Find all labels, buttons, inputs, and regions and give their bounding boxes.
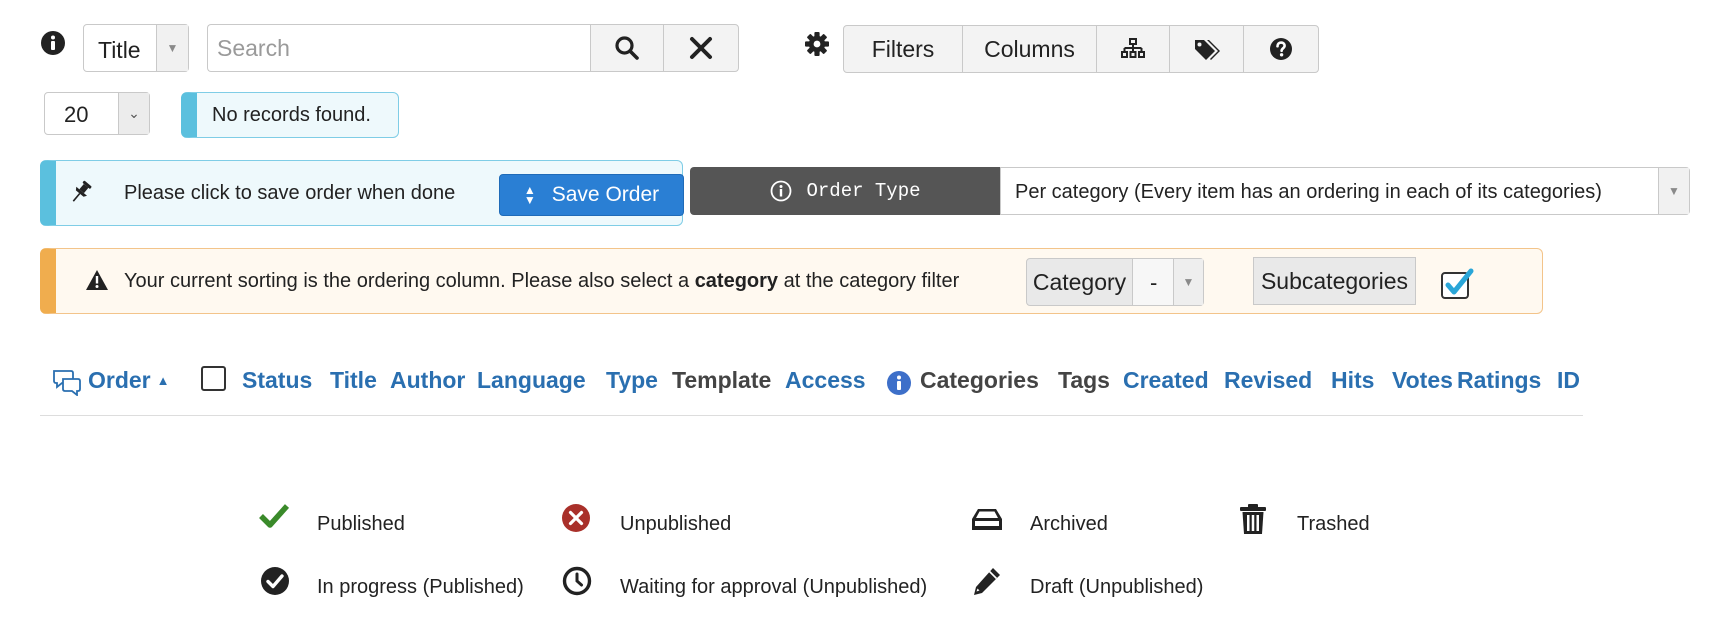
search-button[interactable] [590,24,664,72]
column-type[interactable]: Type [606,367,658,394]
caret-down-icon: ▼ [1173,259,1203,305]
info-icon[interactable] [40,30,66,56]
caret-down-icon: ▼ [1658,168,1689,214]
help-button[interactable] [1243,25,1319,73]
column-revised[interactable]: Revised [1224,367,1312,394]
x-circle-icon [561,503,593,535]
table-header-row: Order ▲ Status Title Author Language Type… [40,358,1583,416]
order-type-label-text: Order Type [806,180,921,202]
warning-icon [85,269,109,291]
category-filter-label: Category [1026,258,1133,306]
gear-icon[interactable] [803,30,831,58]
sort-arrows-icon: ▲ ▼ [523,183,536,207]
legend-archived: Archived [1030,513,1108,535]
info-circle-icon[interactable] [886,370,912,396]
column-status[interactable]: Status [242,367,312,394]
pencil-icon [971,565,1003,597]
list-limit-select[interactable]: 20 ⌄ [44,92,150,135]
check-circle-icon [260,566,292,598]
column-template: Template [672,367,772,393]
archive-icon [971,508,1003,540]
legend-draft: Draft (Unpublished) [1030,576,1204,598]
search-input[interactable] [207,24,591,72]
clock-icon [562,566,594,598]
search-icon [614,35,640,61]
order-type-select[interactable]: Per category (Every item has an ordering… [1000,167,1690,215]
check-icon [258,500,290,532]
save-order-alert: Please click to save order when done ▲ ▼ … [40,160,684,226]
filters-button[interactable]: Filters [843,25,963,73]
legend-unpublished: Unpublished [620,513,732,535]
column-access[interactable]: Access [785,367,866,394]
legend-trashed: Trashed [1297,513,1370,535]
save-order-button[interactable]: ▲ ▼ Save Order [499,174,684,216]
column-author[interactable]: Author [390,367,465,394]
sort-asc-icon: ▲ [156,373,170,388]
save-order-label: Save Order [551,183,660,206]
no-records-message: No records found. [181,92,399,138]
column-categories: Categories [920,367,1039,393]
column-order[interactable]: Order ▲ [88,367,170,394]
question-circle-icon [1269,37,1293,61]
columns-button[interactable]: Columns [962,25,1097,73]
save-order-hint: Please click to save order when done [124,182,456,204]
caret-down-icon: ▼ [156,25,188,71]
subcategories-checkbox[interactable] [1440,268,1474,299]
column-title[interactable]: Title [330,367,377,394]
search-field-value: Title [98,37,141,63]
list-limit-value: 20 [64,102,89,127]
category-filter-value: - [1150,270,1158,295]
info-circle-icon [770,180,792,202]
column-created[interactable]: Created [1123,367,1209,394]
thumbtack-icon [69,180,93,206]
sorting-warning-text: Your current sorting is the ordering col… [124,270,960,292]
legend-waiting: Waiting for approval (Unpublished) [620,576,928,598]
trash-icon [1238,503,1270,535]
comments-icon [52,368,82,396]
category-filter-select[interactable]: - ▼ [1132,258,1204,306]
sitemap-icon [1121,38,1145,60]
order-type-value: Per category (Every item has an ordering… [1015,181,1602,203]
column-hits[interactable]: Hits [1331,367,1374,394]
column-language[interactable]: Language [477,367,586,394]
category-tree-button[interactable] [1096,25,1170,73]
clear-search-button[interactable] [663,24,739,72]
legend-in-progress: In progress (Published) [317,576,524,598]
tags-button[interactable] [1169,25,1244,73]
search-field-select[interactable]: Title ▼ [83,24,189,72]
column-ratings[interactable]: Ratings [1457,367,1541,394]
sorting-warning-keyword: category [694,270,779,292]
column-id[interactable]: ID [1557,367,1580,394]
subcategories-label: Subcategories [1253,257,1416,305]
select-all-checkbox[interactable] [201,366,226,391]
order-type-label: Order Type [690,167,1001,215]
chevron-down-icon: ⌄ [118,93,149,134]
column-votes[interactable]: Votes [1392,367,1453,394]
close-icon [689,36,713,60]
column-tags: Tags [1058,367,1110,393]
tags-icon [1193,37,1221,61]
legend-published: Published [317,513,405,535]
